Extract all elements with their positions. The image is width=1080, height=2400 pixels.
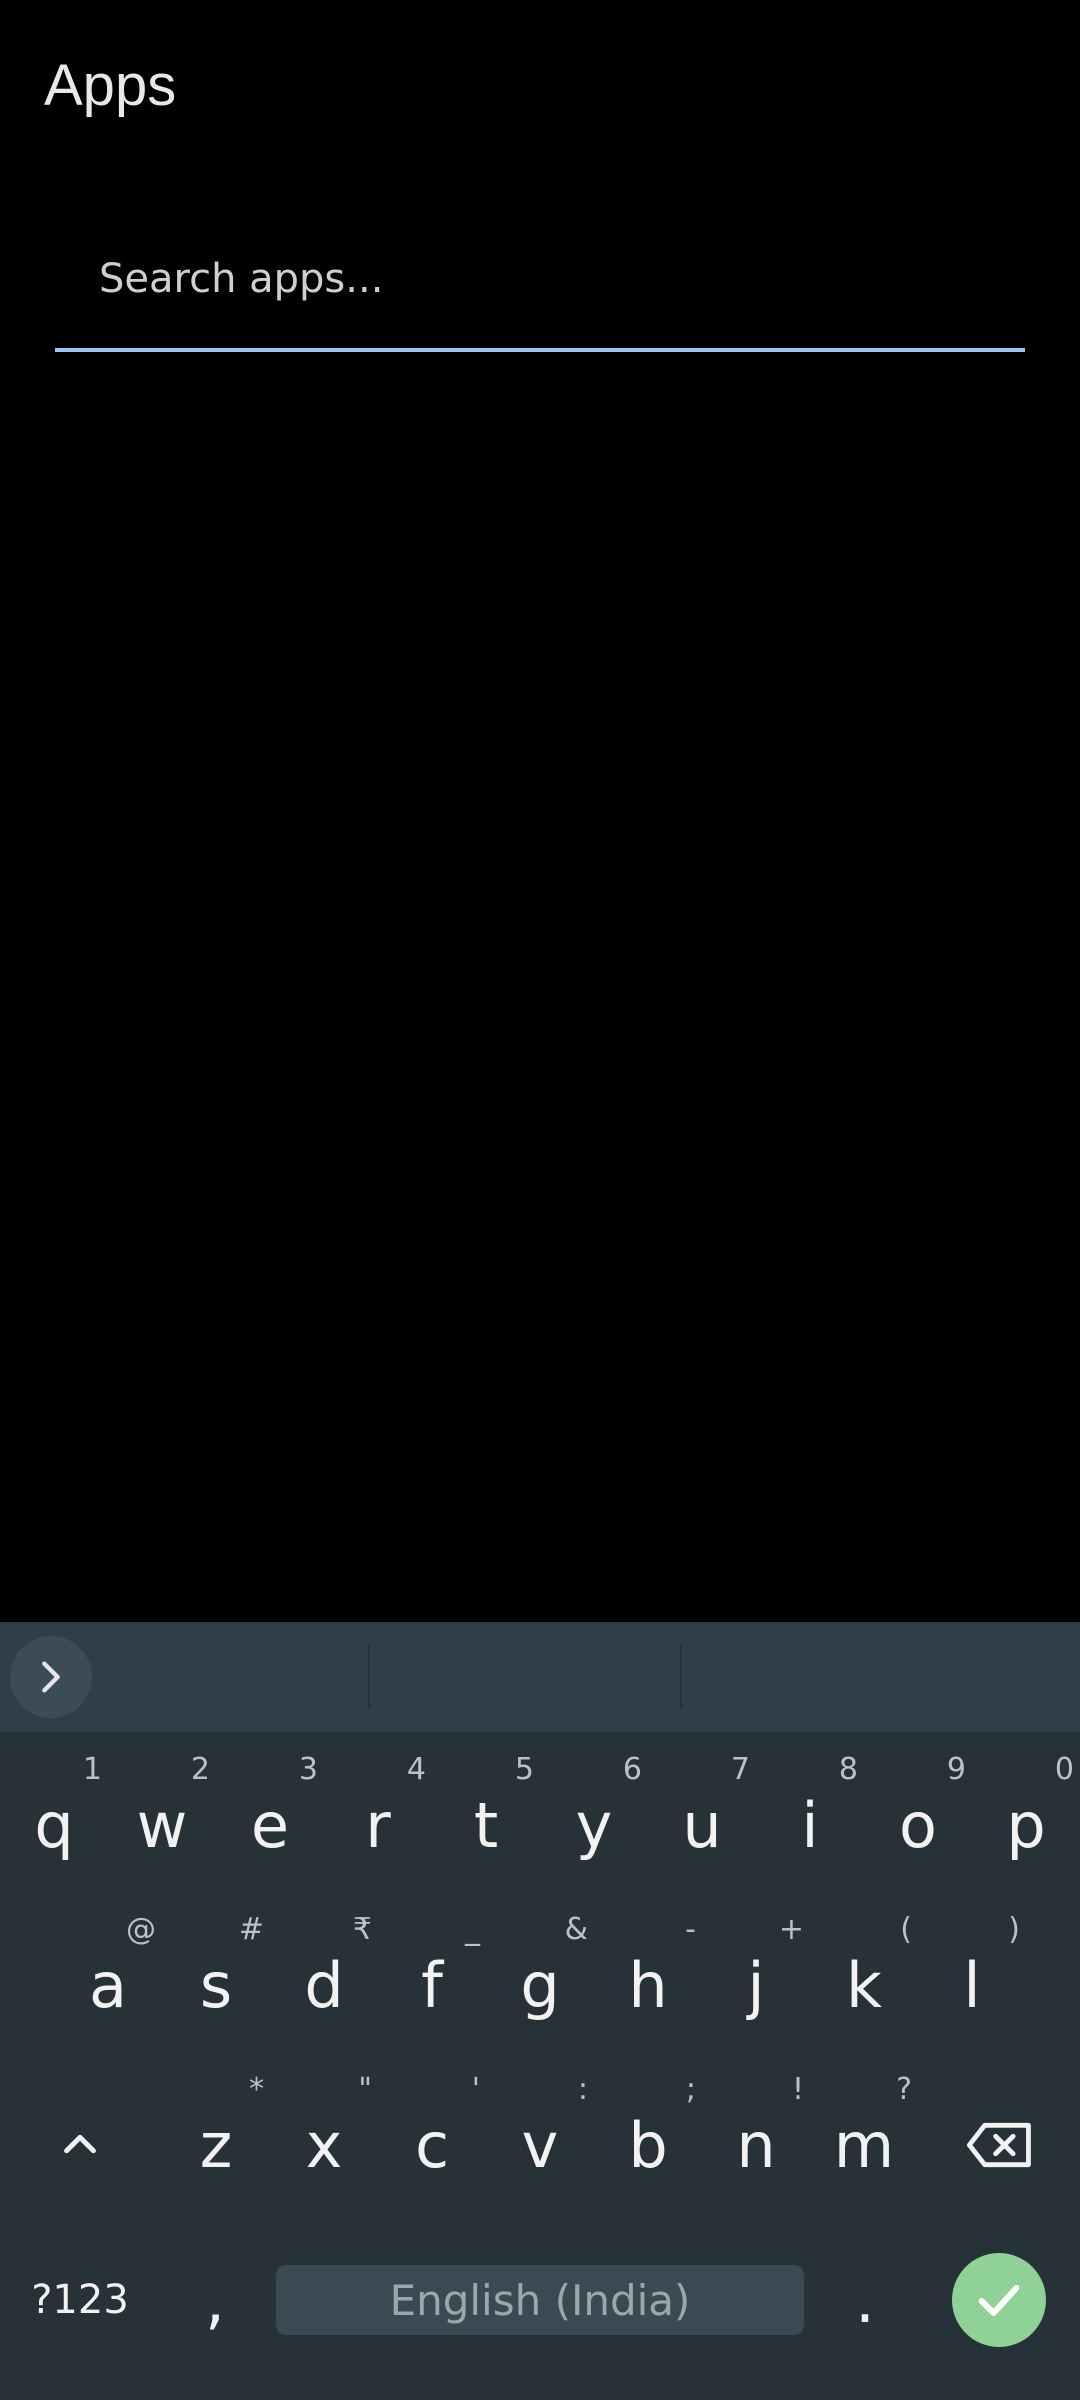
page-title: Apps bbox=[44, 53, 177, 118]
suggestion-divider bbox=[680, 1644, 682, 1710]
key-g[interactable]: & g bbox=[486, 1912, 594, 2040]
key-label: d bbox=[304, 1948, 344, 2022]
key-hint: 6 bbox=[622, 1752, 642, 1787]
key-hint: 5 bbox=[514, 1752, 534, 1787]
key-hint: + bbox=[778, 1912, 804, 1947]
key-q[interactable]: 1q bbox=[0, 1752, 108, 1880]
key-label: g bbox=[520, 1948, 560, 2022]
key-label: n bbox=[736, 2108, 776, 2182]
key-label: p bbox=[1006, 1788, 1046, 1862]
key-hint: @ bbox=[126, 1912, 156, 1947]
key-c[interactable]: ' c bbox=[378, 2072, 486, 2200]
key-z[interactable]: * z bbox=[162, 2072, 270, 2200]
chevron-right-icon bbox=[42, 1661, 60, 1693]
search-input[interactable] bbox=[99, 244, 979, 314]
symbols-key[interactable]: ?123 bbox=[20, 2260, 140, 2340]
key-x[interactable]: " x bbox=[270, 2072, 378, 2200]
key-hint: & bbox=[564, 1912, 588, 1947]
key-hint: 3 bbox=[298, 1752, 318, 1787]
key-label: f bbox=[421, 1948, 443, 2022]
key-b[interactable]: ; b bbox=[594, 2072, 702, 2200]
key-label: j bbox=[747, 1948, 765, 2022]
key-y[interactable]: 6y bbox=[540, 1752, 648, 1880]
key-label: z bbox=[199, 2108, 233, 2182]
key-f[interactable]: _ f bbox=[378, 1912, 486, 2040]
key-label: o bbox=[899, 1788, 937, 1862]
key-label: x bbox=[305, 2108, 343, 2182]
period-key[interactable]: . bbox=[830, 2255, 900, 2345]
key-label: w bbox=[136, 1788, 188, 1862]
key-t[interactable]: 5t bbox=[432, 1752, 540, 1880]
space-bar[interactable]: English (India) bbox=[276, 2265, 804, 2335]
shift-key[interactable] bbox=[30, 2100, 130, 2190]
key-hint: ) bbox=[1008, 1912, 1020, 1947]
key-hint: 2 bbox=[190, 1752, 210, 1787]
key-label: c bbox=[414, 2108, 450, 2182]
suggestion-divider bbox=[368, 1644, 370, 1710]
expand-toolbar-button[interactable] bbox=[10, 1636, 92, 1718]
key-p[interactable]: 0p bbox=[972, 1752, 1080, 1880]
key-label: a bbox=[89, 1948, 127, 2022]
suggestion-strip bbox=[0, 1622, 1080, 1732]
key-hint: ! bbox=[791, 2072, 804, 2107]
key-hint: ( bbox=[900, 1912, 912, 1947]
key-m[interactable]: ? m bbox=[810, 2072, 918, 2200]
key-hint: 0 bbox=[1054, 1752, 1074, 1787]
key-hint: 4 bbox=[406, 1752, 426, 1787]
key-hint: 7 bbox=[730, 1752, 750, 1787]
key-hint: ₹ bbox=[352, 1912, 372, 1947]
key-label: b bbox=[628, 2108, 668, 2182]
key-label: l bbox=[963, 1948, 981, 2022]
key-label: y bbox=[575, 1788, 613, 1862]
key-v[interactable]: :v bbox=[486, 2072, 594, 2200]
key-hint: # bbox=[238, 1912, 264, 1947]
key-hint: _ bbox=[465, 1912, 480, 1947]
key-k[interactable]: (k bbox=[810, 1912, 918, 2040]
comma-key[interactable]: , bbox=[180, 2255, 250, 2345]
key-a[interactable]: @ a bbox=[54, 1912, 162, 2040]
search-field[interactable] bbox=[55, 220, 1025, 352]
key-label: m bbox=[833, 2108, 895, 2182]
key-label: s bbox=[199, 1948, 233, 2022]
key-hint: ' bbox=[471, 2072, 480, 2107]
key-n[interactable]: ! n bbox=[702, 2072, 810, 2200]
key-hint: ? bbox=[896, 2072, 912, 2107]
key-hint: " bbox=[358, 2072, 372, 2107]
key-label: k bbox=[846, 1948, 882, 2022]
key-hint: 9 bbox=[946, 1752, 966, 1787]
key-s[interactable]: # s bbox=[162, 1912, 270, 2040]
key-label: u bbox=[682, 1788, 722, 1862]
key-hint: ; bbox=[685, 2072, 696, 2107]
key-j[interactable]: + j bbox=[702, 1912, 810, 2040]
backspace-icon bbox=[966, 2122, 1031, 2168]
key-o[interactable]: 9o bbox=[864, 1752, 972, 1880]
key-hint: * bbox=[249, 2072, 264, 2107]
key-e[interactable]: 3e bbox=[216, 1752, 324, 1880]
key-hint: - bbox=[685, 1912, 696, 1947]
key-label: r bbox=[365, 1788, 391, 1862]
backspace-key[interactable] bbox=[950, 2100, 1050, 2190]
key-i[interactable]: 8i bbox=[756, 1752, 864, 1880]
key-u[interactable]: 7u bbox=[648, 1752, 756, 1880]
key-l[interactable]: ) l bbox=[918, 1912, 1026, 2040]
enter-button[interactable] bbox=[952, 2253, 1046, 2347]
key-h[interactable]: -h bbox=[594, 1912, 702, 2040]
key-label: q bbox=[34, 1788, 74, 1862]
key-d[interactable]: ₹ d bbox=[270, 1912, 378, 2040]
key-hint: 8 bbox=[838, 1752, 858, 1787]
key-label: v bbox=[521, 2108, 559, 2182]
check-icon bbox=[978, 2285, 1020, 2317]
key-label: h bbox=[628, 1948, 668, 2022]
shift-icon bbox=[64, 2134, 96, 2154]
key-w[interactable]: 2w bbox=[108, 1752, 216, 1880]
key-label: i bbox=[801, 1788, 819, 1862]
key-hint: : bbox=[577, 2072, 588, 2107]
key-hint: 1 bbox=[82, 1752, 102, 1787]
key-label: t bbox=[473, 1788, 499, 1862]
key-r[interactable]: 4r bbox=[324, 1752, 432, 1880]
key-label: e bbox=[250, 1788, 290, 1862]
